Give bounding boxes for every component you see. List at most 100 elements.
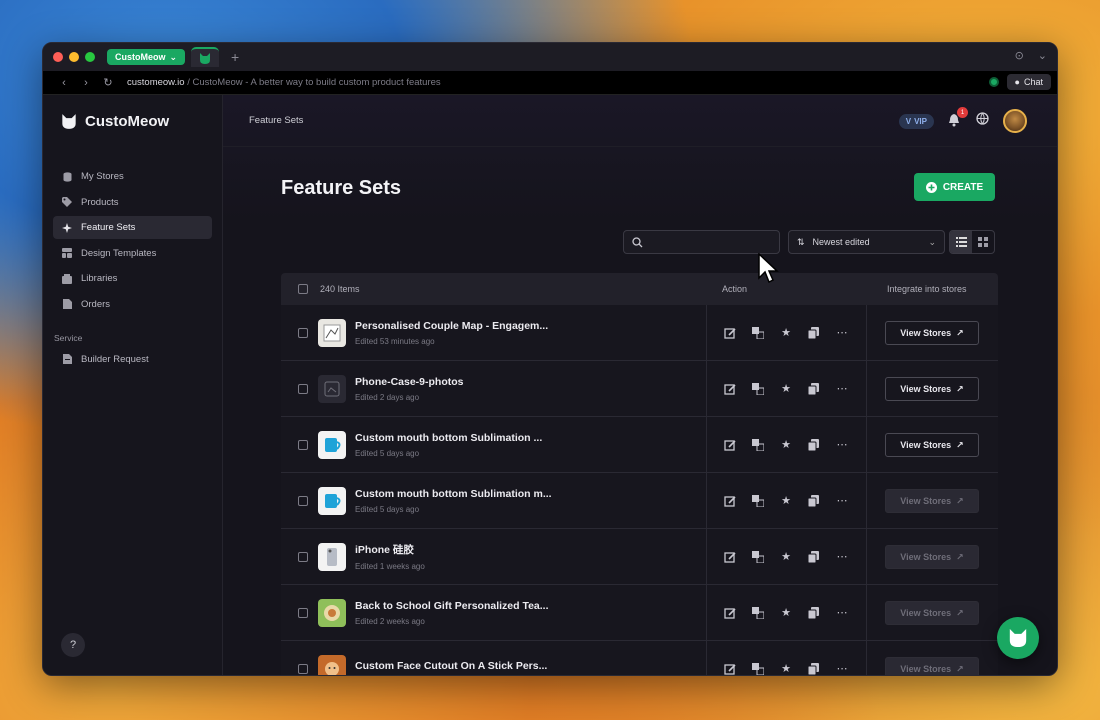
create-button-label: CREATE <box>942 181 984 193</box>
row-checkbox[interactable] <box>298 607 308 618</box>
sidebar-item-design-templates[interactable]: Design Templates <box>53 242 212 265</box>
logo[interactable]: CustoMeow <box>43 109 222 133</box>
feature-set-name[interactable]: Back to School Gift Personalized Tea... <box>355 600 549 612</box>
translate-icon[interactable] <box>751 606 765 620</box>
duplicate-icon[interactable] <box>807 662 821 676</box>
star-icon[interactable]: ★ <box>779 326 793 340</box>
duplicate-icon[interactable] <box>807 382 821 396</box>
row-checkbox[interactable] <box>298 383 308 394</box>
close-window-button[interactable] <box>53 52 63 62</box>
table-row[interactable]: Personalised Couple Map - Engagem... Edi… <box>281 305 998 361</box>
star-icon[interactable]: ★ <box>779 382 793 396</box>
star-icon[interactable]: ★ <box>779 662 793 675</box>
duplicate-icon[interactable] <box>807 438 821 452</box>
new-tab-button[interactable]: + <box>231 49 239 65</box>
feature-set-name[interactable]: iPhone 硅胶 <box>355 542 425 557</box>
sidebar-item-my-stores[interactable]: My Stores <box>53 165 212 188</box>
translate-icon[interactable] <box>751 382 765 396</box>
star-icon[interactable]: ★ <box>779 438 793 452</box>
sidebar-item-feature-sets[interactable]: Feature Sets <box>53 216 212 240</box>
forward-icon[interactable]: › <box>75 77 97 89</box>
feature-set-name[interactable]: Personalised Couple Map - Engagem... <box>355 320 548 332</box>
edit-icon[interactable] <box>723 382 737 396</box>
sidebar-item-products[interactable]: Products <box>53 191 212 214</box>
table-row[interactable]: Custom mouth bottom Sublimation ... Edit… <box>281 417 998 473</box>
row-checkbox[interactable] <box>298 663 308 674</box>
translate-icon[interactable] <box>751 550 765 564</box>
select-all-checkbox[interactable] <box>298 284 308 294</box>
download-icon[interactable]: ⊙ <box>1015 49 1024 62</box>
search-box[interactable] <box>623 230 780 254</box>
translate-icon[interactable] <box>751 326 765 340</box>
feature-set-name[interactable]: Phone-Case-9-photos <box>355 376 464 388</box>
row-checkbox[interactable] <box>298 551 308 562</box>
duplicate-icon[interactable] <box>807 326 821 340</box>
feature-set-name[interactable]: Custom Face Cutout On A Stick Pers... <box>355 660 547 672</box>
view-stores-button[interactable]: View Stores ↗ <box>885 377 979 401</box>
translate-icon[interactable] <box>751 438 765 452</box>
star-icon[interactable]: ★ <box>779 606 793 620</box>
row-checkbox[interactable] <box>298 439 308 450</box>
more-icon[interactable]: ⋯ <box>835 550 849 564</box>
globe-icon[interactable] <box>976 112 989 130</box>
sidebar-item-builder-request[interactable]: Builder Request <box>53 348 212 371</box>
notifications-button[interactable]: 1 <box>948 107 968 128</box>
more-icon[interactable]: ⋯ <box>835 494 849 508</box>
row-checkbox[interactable] <box>298 495 308 506</box>
table-row[interactable]: Custom mouth bottom Sublimation m... Edi… <box>281 473 998 529</box>
sidebar-item-orders[interactable]: Orders <box>53 293 212 316</box>
view-stores-button[interactable]: View Stores ↗ <box>885 657 979 675</box>
view-stores-button[interactable]: View Stores ↗ <box>885 545 979 569</box>
help-button[interactable]: ? <box>61 633 85 657</box>
duplicate-icon[interactable] <box>807 494 821 508</box>
duplicate-icon[interactable] <box>807 550 821 564</box>
translate-icon[interactable] <box>751 494 765 508</box>
url-text[interactable]: customeow.io / CustoMeow - A better way … <box>127 77 441 88</box>
back-icon[interactable]: ‹ <box>53 77 75 89</box>
grid-view-button[interactable] <box>972 231 994 253</box>
star-icon[interactable]: ★ <box>779 494 793 508</box>
view-stores-button[interactable]: View Stores ↗ <box>885 601 979 625</box>
edit-icon[interactable] <box>723 550 737 564</box>
sidebar-item-libraries[interactable]: Libraries <box>53 267 212 290</box>
table-row[interactable]: Back to School Gift Personalized Tea... … <box>281 585 998 641</box>
more-icon[interactable]: ⋯ <box>835 438 849 452</box>
edit-icon[interactable] <box>723 606 737 620</box>
more-icon[interactable]: ⋯ <box>835 606 849 620</box>
table-row[interactable]: Custom Face Cutout On A Stick Pers... ★ … <box>281 641 998 676</box>
chat-widget-button[interactable] <box>997 617 1039 659</box>
edit-icon[interactable] <box>723 662 737 676</box>
view-stores-button[interactable]: View Stores ↗ <box>885 489 979 513</box>
tab-group-chip[interactable]: CustoMeow ⌄ <box>107 49 186 65</box>
vip-badge[interactable]: V VIP <box>898 113 934 129</box>
edit-icon[interactable] <box>723 326 737 340</box>
tag-icon <box>62 197 72 208</box>
table-row[interactable]: iPhone 硅胶 Edited 1 weeks ago ★ ⋯ View St… <box>281 529 998 585</box>
minimize-window-button[interactable] <box>69 52 79 62</box>
feature-set-name[interactable]: Custom mouth bottom Sublimation ... <box>355 432 542 444</box>
list-view-button[interactable] <box>950 231 972 253</box>
reload-icon[interactable]: ↻ <box>97 76 119 89</box>
chat-button[interactable]: ● Chat <box>1006 74 1051 90</box>
active-tab[interactable] <box>191 47 220 67</box>
view-stores-button[interactable]: View Stores ↗ <box>885 321 979 345</box>
search-input[interactable] <box>649 237 769 247</box>
chevron-down-icon[interactable]: ⌄ <box>1038 49 1047 62</box>
create-button[interactable]: CREATE <box>914 173 995 201</box>
more-icon[interactable]: ⋯ <box>835 382 849 396</box>
star-icon[interactable]: ★ <box>779 550 793 564</box>
feature-set-name[interactable]: Custom mouth bottom Sublimation m... <box>355 488 552 500</box>
edit-icon[interactable] <box>723 494 737 508</box>
edit-icon[interactable] <box>723 438 737 452</box>
user-avatar[interactable] <box>1003 109 1027 133</box>
maximize-window-button[interactable] <box>85 52 95 62</box>
more-icon[interactable]: ⋯ <box>835 326 849 340</box>
row-checkbox[interactable] <box>298 327 308 338</box>
duplicate-icon[interactable] <box>807 606 821 620</box>
translate-icon[interactable] <box>751 662 765 676</box>
table-row[interactable]: Phone-Case-9-photos Edited 2 days ago ★ … <box>281 361 998 417</box>
more-icon[interactable]: ⋯ <box>835 662 849 675</box>
extension-status-icon[interactable] <box>988 77 999 87</box>
sort-select[interactable]: ⇅ Newest edited ⌄ <box>788 230 945 254</box>
view-stores-button[interactable]: View Stores ↗ <box>885 433 979 457</box>
